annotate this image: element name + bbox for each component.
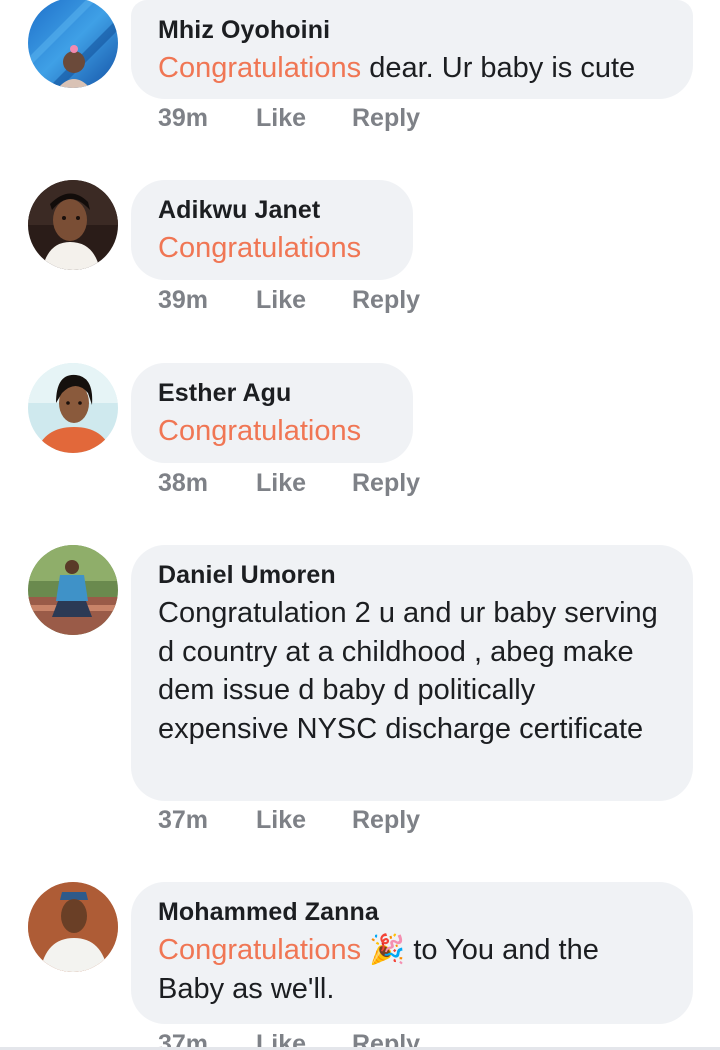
like-button[interactable]: Like <box>256 286 306 315</box>
comment-highlight[interactable]: Congratulations <box>158 232 361 264</box>
comment-bubble: Mhiz Oyohoini Congratulations dear. Ur b… <box>131 0 693 99</box>
comment-time: 37m <box>158 806 209 834</box>
comment-time: 39m <box>158 286 209 314</box>
comment-author[interactable]: Mhiz Oyohoini <box>158 14 667 46</box>
avatar[interactable] <box>28 882 118 972</box>
comment-highlight[interactable]: Congratulations <box>158 52 361 84</box>
comment-highlight[interactable]: Congratulations <box>158 934 361 966</box>
comment-bubble: Daniel Umoren Congratulation 2 u and ur … <box>131 545 693 801</box>
like-button[interactable]: Like <box>256 806 306 835</box>
avatar[interactable] <box>28 363 118 453</box>
comment-bubble: Adikwu Janet Congratulations <box>131 180 413 280</box>
avatar[interactable] <box>28 0 118 88</box>
comment-bubble: Esther Agu Congratulations <box>131 363 413 463</box>
reply-button[interactable]: Reply <box>352 806 420 835</box>
comment-author[interactable]: Adikwu Janet <box>158 194 387 226</box>
profile-photo-icon <box>28 180 118 270</box>
comment-text: Congratulation 2 u and ur baby serving d… <box>158 597 658 745</box>
comment-author[interactable]: Esther Agu <box>158 377 387 409</box>
comment-author[interactable]: Daniel Umoren <box>158 559 667 591</box>
comment-highlight[interactable]: Congratulations <box>158 415 361 447</box>
like-button[interactable]: Like <box>256 104 306 133</box>
profile-photo-icon <box>28 545 118 635</box>
comment-text: Congratulations <box>158 229 387 268</box>
reply-button[interactable]: Reply <box>352 104 420 133</box>
comment-bubble: Mohammed Zanna Congratulations 🎉 to You … <box>131 882 693 1024</box>
avatar[interactable] <box>28 180 118 270</box>
avatar[interactable] <box>28 545 118 635</box>
reply-button[interactable]: Reply <box>352 286 420 315</box>
comment-text: Congratulations <box>158 412 387 451</box>
comment-time: 39m <box>158 104 209 132</box>
comment-time: 38m <box>158 469 209 497</box>
reply-button[interactable]: Reply <box>352 469 420 498</box>
party-popper-icon: 🎉 <box>369 934 406 966</box>
profile-photo-icon <box>28 882 118 972</box>
profile-photo-icon <box>28 0 118 88</box>
like-button[interactable]: Like <box>256 469 306 498</box>
comment-text: Congratulations 🎉 to You and the Baby as… <box>158 934 599 1005</box>
comment-text: Congratulations dear. Ur baby is cute <box>158 52 636 84</box>
profile-photo-icon <box>28 363 118 453</box>
comment-author[interactable]: Mohammed Zanna <box>158 896 667 928</box>
